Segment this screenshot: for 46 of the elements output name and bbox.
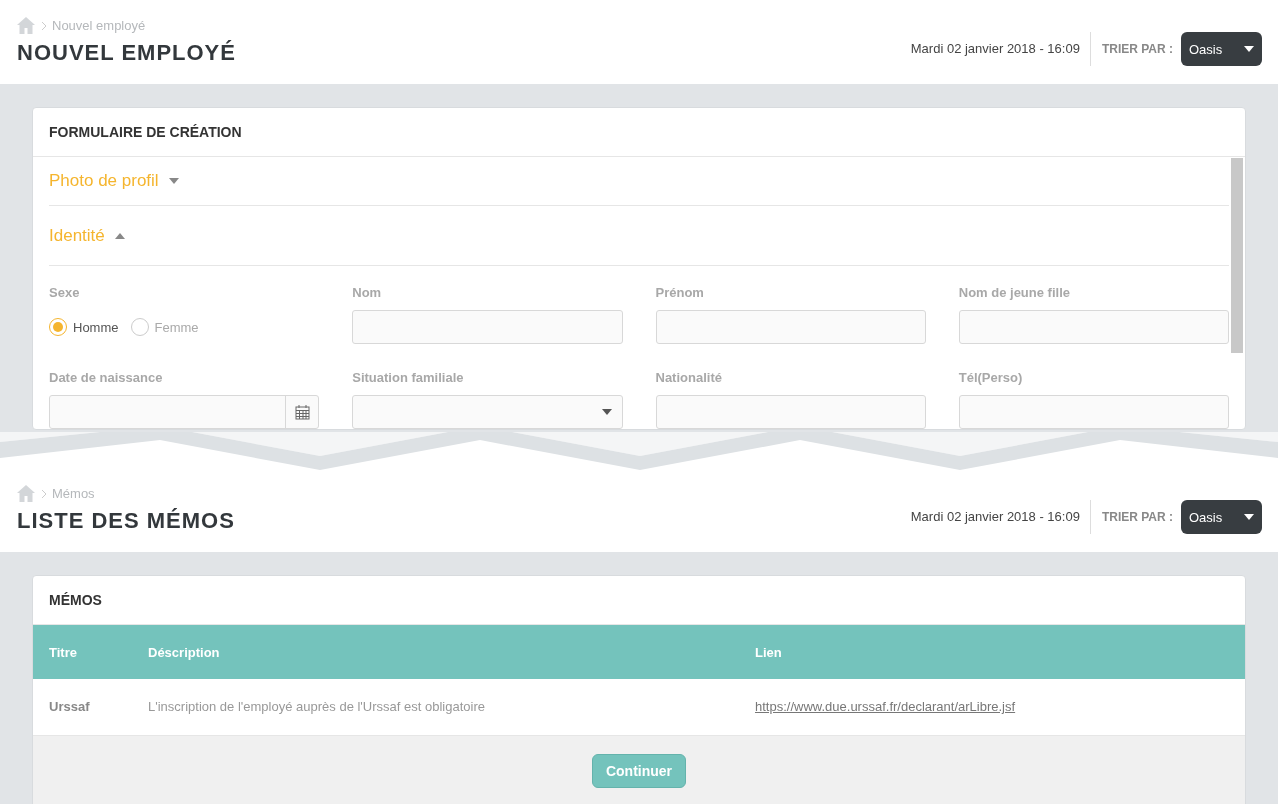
- sort-select[interactable]: Oasis: [1181, 32, 1262, 66]
- scrollbar[interactable]: [1231, 158, 1243, 353]
- memo-link[interactable]: https://www.due.urssaf.fr/declarant/arLibre.jsf: [755, 699, 1016, 715]
- table-cell: Urssaf: [33, 679, 132, 735]
- page-title: LISTE DES MÉMOS: [17, 508, 235, 534]
- select-field[interactable]: [352, 395, 623, 429]
- caret-icon: [1244, 46, 1254, 52]
- field-label: Nom: [352, 285, 383, 300]
- field-label: Situation familiale: [352, 370, 465, 385]
- field-label: Tél(Perso): [958, 370, 1024, 385]
- caret-icon: [601, 409, 612, 415]
- date-time: Mardi 02 janvier 2018 - 16:09: [910, 500, 1091, 534]
- home-icon[interactable]: [17, 17, 35, 34]
- input-field[interactable]: [352, 310, 623, 344]
- calendar-icon[interactable]: [294, 404, 310, 420]
- column-header: Déscription: [132, 625, 739, 679]
- chevron-right-icon: [41, 21, 46, 30]
- caret-down-icon: [168, 178, 179, 184]
- date-time: Mardi 02 janvier 2018 - 16:09: [910, 32, 1091, 66]
- input-field[interactable]: [958, 395, 1229, 429]
- radio-option[interactable]: Homme: [49, 318, 119, 336]
- column-header: Titre: [33, 625, 132, 679]
- radio-button[interactable]: [130, 318, 149, 336]
- input-field[interactable]: [958, 310, 1229, 344]
- caret-up-icon: [114, 232, 125, 239]
- sort-label: TRIER PAR :: [1101, 510, 1173, 524]
- field-label: Prénom: [655, 285, 705, 300]
- chevron-right-icon: [41, 489, 46, 498]
- field-label: Nationalité: [655, 370, 723, 385]
- breadcrumb-item: Mémos: [52, 486, 95, 501]
- sort-label: TRIER PAR :: [1101, 42, 1173, 56]
- input-field[interactable]: [655, 310, 926, 344]
- page-title: NOUVEL EMPLOYÉ: [17, 40, 236, 66]
- field-label: Nom de jeune fille: [958, 285, 1071, 300]
- home-icon[interactable]: [17, 485, 35, 502]
- input-field[interactable]: [655, 395, 926, 429]
- card-title: FORMULAIRE DE CRÉATION: [33, 108, 1245, 157]
- column-header: Lien: [739, 625, 1245, 679]
- breadcrumb-item: Nouvel employé: [52, 18, 146, 33]
- field-label: Date de naissance: [49, 370, 164, 385]
- radio-button[interactable]: [49, 318, 67, 336]
- caret-icon: [1244, 514, 1254, 520]
- date-field[interactable]: [49, 395, 320, 429]
- field-label: Sexe: [49, 285, 81, 300]
- sort-select[interactable]: Oasis: [1181, 500, 1262, 534]
- table-cell: L'inscription de l'employé auprès de l'Urssaf est obligatoire: [132, 679, 739, 735]
